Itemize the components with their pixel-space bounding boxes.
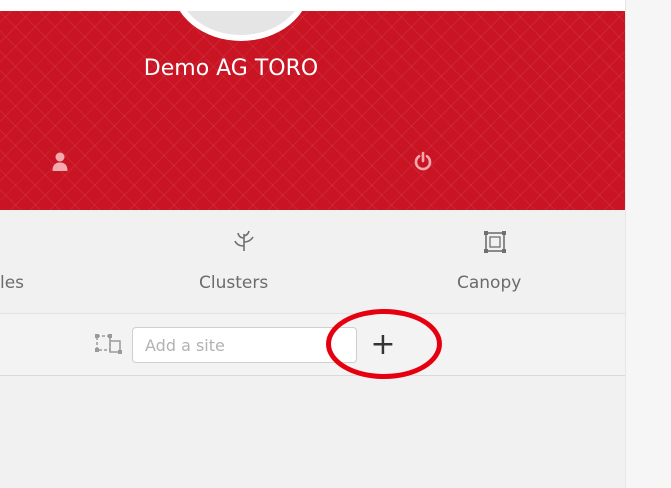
plant-icon [233, 230, 255, 256]
avatar[interactable] [172, 11, 310, 41]
main-area [625, 0, 671, 488]
nav-item-clusters-label: Clusters [199, 273, 269, 293]
nav-item-vehicles-label: les [0, 273, 25, 293]
user-icon[interactable] [52, 152, 68, 176]
top-strip [0, 0, 625, 11]
profile-header: Demo AG TORO [0, 11, 625, 210]
site-frame-icon [94, 333, 124, 359]
nav-item-canopy-label: Canopy [457, 273, 522, 293]
power-icon[interactable] [413, 151, 433, 175]
add-site-bar: + [0, 313, 625, 376]
nav-item-clusters[interactable]: Clusters [190, 210, 300, 313]
canopy-icon [484, 231, 506, 257]
add-site-input[interactable] [132, 327, 357, 363]
nav-item-vehicles[interactable]: les [0, 210, 90, 313]
add-site-button[interactable]: + [368, 330, 398, 360]
user-name: Demo AG TORO [143, 56, 319, 81]
nav-item-canopy[interactable]: Canopy [450, 210, 550, 313]
